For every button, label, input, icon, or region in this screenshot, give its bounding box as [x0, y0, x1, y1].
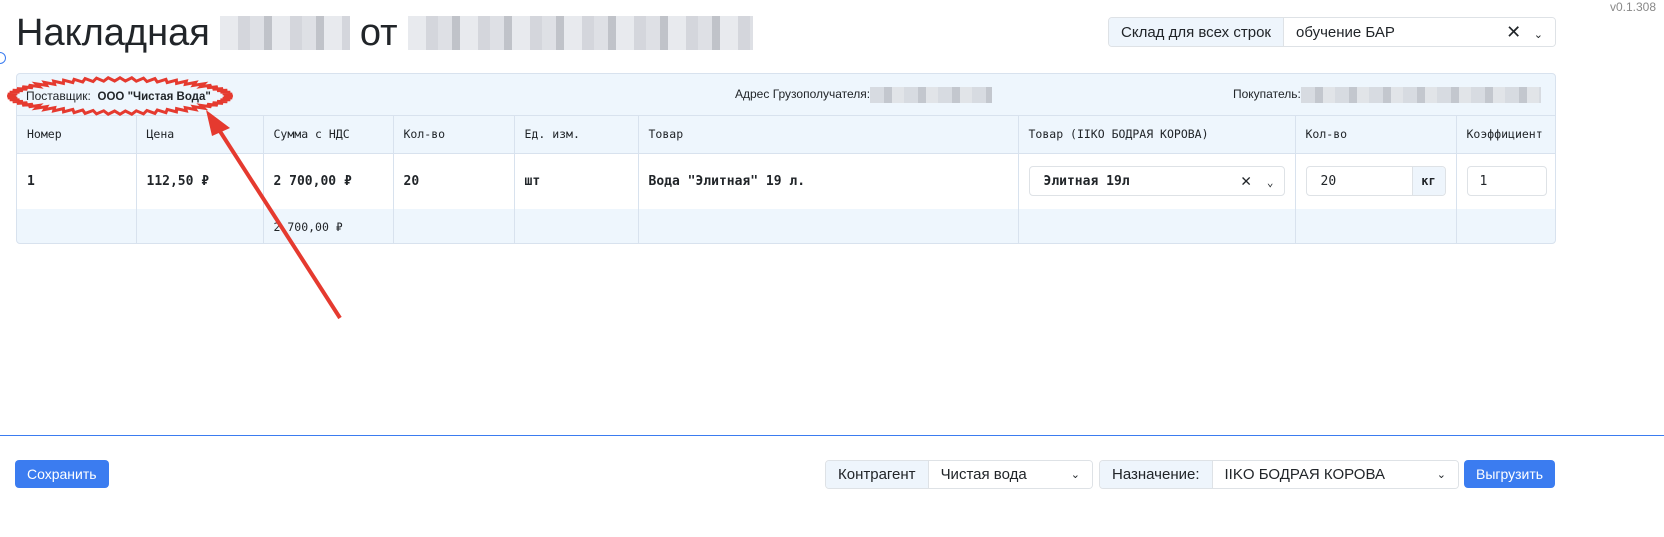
destination-select[interactable]: IIKO БОДРАЯ КОРОВА ⌄: [1212, 461, 1458, 488]
counterparty-value: Чистая вода: [940, 466, 1027, 483]
counterparty-label: Контрагент: [826, 461, 929, 488]
annotation-arrow: [212, 120, 342, 320]
footer-divider: [0, 435, 1664, 436]
arrow-head: [206, 110, 230, 136]
chevron-down-icon: ⌄: [1070, 469, 1080, 481]
destination-label: Назначение:: [1100, 461, 1213, 488]
chevron-down-icon: ⌄: [1436, 469, 1446, 481]
highlight-zigzag: [7, 75, 233, 117]
annotation-overlay: [7, 75, 342, 320]
destination-value: IIKO БОДРАЯ КОРОВА: [1224, 466, 1385, 483]
counterparty-group: Контрагент Чистая вода ⌄: [825, 460, 1093, 489]
destination-group: Назначение: IIKO БОДРАЯ КОРОВА ⌄: [1099, 460, 1459, 489]
export-button[interactable]: Выгрузить: [1464, 460, 1556, 488]
save-button[interactable]: Сохранить: [15, 460, 109, 488]
counterparty-select[interactable]: Чистая вода ⌄: [928, 461, 1092, 488]
